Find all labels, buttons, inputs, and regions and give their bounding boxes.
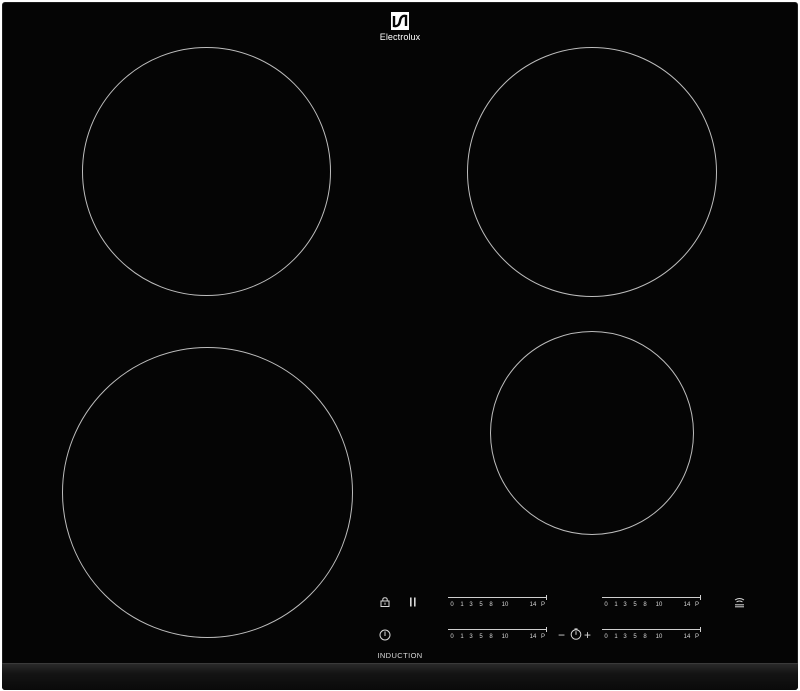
slider-track [602, 595, 701, 600]
power-slider-top-left[interactable]: 0 1 3 5 8 10 14 P [448, 595, 547, 611]
cooking-zone-front-left [82, 47, 331, 296]
slider-label: 3 [623, 602, 627, 608]
slider-label: 1 [460, 602, 464, 608]
power-icon[interactable] [379, 629, 391, 641]
cooking-zone-front-right [467, 47, 717, 297]
slider-label: 5 [479, 602, 483, 608]
electrolux-logo-icon [391, 12, 409, 30]
slider-label: P [540, 634, 546, 640]
slider-label: 1 [460, 634, 464, 640]
slider-label: 0 [450, 634, 454, 640]
slider-label: 5 [633, 634, 637, 640]
power-slider-bottom-left[interactable]: 0 1 3 5 8 10 14 P [448, 627, 547, 643]
brand-logo: Electrolux [372, 12, 428, 43]
slider-label: 14 [529, 634, 537, 640]
slider-label: 14 [529, 602, 537, 608]
slider-label: 5 [633, 602, 637, 608]
slider-label: 8 [643, 602, 647, 608]
slider-label: 1 [614, 634, 618, 640]
slider-label: P [694, 634, 700, 640]
timer-minus-button[interactable]: − [558, 629, 565, 641]
slider-label: 10 [655, 602, 663, 608]
lock-icon[interactable] [380, 597, 390, 607]
slider-label: 5 [479, 634, 483, 640]
slider-label: 1 [614, 602, 618, 608]
cooktop-frame-edge [2, 663, 798, 690]
timer-icon[interactable] [570, 628, 582, 640]
slider-label: 10 [655, 634, 663, 640]
slider-label: P [694, 602, 700, 608]
power-slider-top-right[interactable]: 0 1 3 5 8 10 14 P [602, 595, 701, 611]
slider-label: 8 [489, 634, 493, 640]
slider-track [448, 627, 547, 632]
slider-scale: 0 1 3 5 8 10 14 P [602, 633, 701, 642]
slider-label: 3 [623, 634, 627, 640]
brand-name: Electrolux [379, 32, 421, 42]
cooking-zone-rear-right [490, 331, 694, 535]
timer-plus-button[interactable]: + [584, 629, 591, 641]
slider-label: 8 [489, 602, 493, 608]
slider-track [602, 627, 701, 632]
pause-icon[interactable] [409, 597, 417, 607]
slider-label: 0 [604, 634, 608, 640]
slider-label: 14 [683, 634, 691, 640]
slider-label: 3 [469, 602, 473, 608]
slider-label: 0 [604, 602, 608, 608]
slider-track [448, 595, 547, 600]
slider-label: 10 [501, 602, 509, 608]
slider-scale: 0 1 3 5 8 10 14 P [448, 601, 547, 610]
slider-label: 3 [469, 634, 473, 640]
slider-scale: 0 1 3 5 8 10 14 P [448, 633, 547, 642]
cooking-zone-rear-left [62, 347, 353, 638]
slider-label: 14 [683, 602, 691, 608]
slider-scale: 0 1 3 5 8 10 14 P [602, 601, 701, 610]
induction-label: INDUCTION [377, 651, 423, 660]
power-slider-bottom-right[interactable]: 0 1 3 5 8 10 14 P [602, 627, 701, 643]
slider-label: P [540, 602, 546, 608]
bridge-icon[interactable] [734, 597, 745, 608]
slider-label: 0 [450, 602, 454, 608]
slider-label: 10 [501, 634, 509, 640]
slider-label: 8 [643, 634, 647, 640]
